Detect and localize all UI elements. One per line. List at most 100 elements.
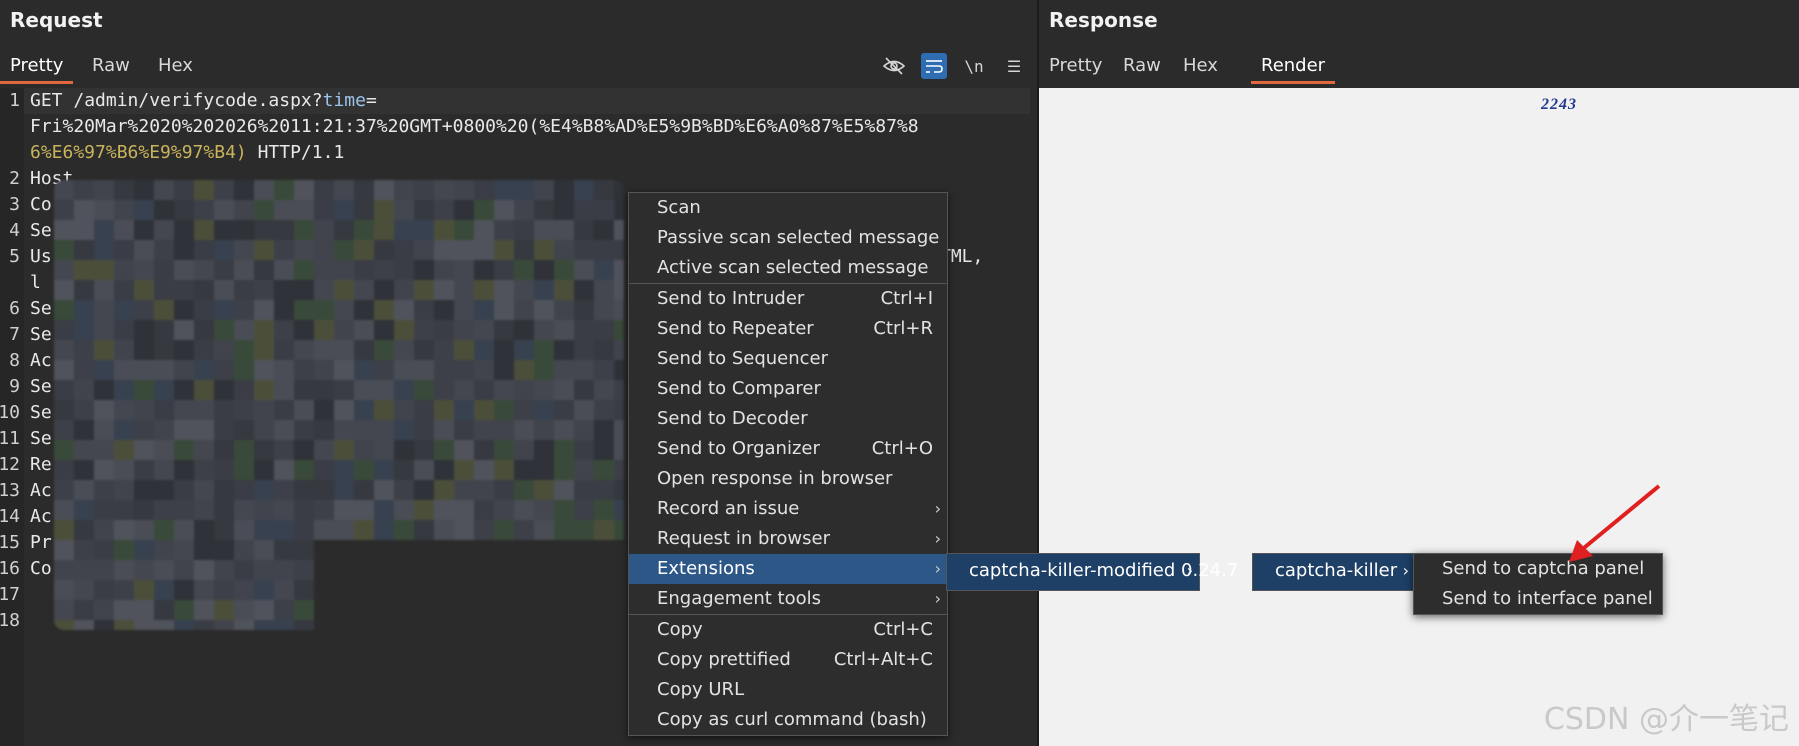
- redaction-pixel: [514, 320, 534, 340]
- menu-item-copy-url[interactable]: Copy URL: [629, 675, 947, 705]
- redaction-pixel: [94, 600, 114, 620]
- redaction-pixel: [594, 400, 614, 420]
- redaction-pixel: [274, 200, 294, 220]
- redaction-pixel: [274, 520, 294, 540]
- redaction-pixel: [194, 620, 214, 630]
- menu-item-active-scan-selected-message[interactable]: Active scan selected message: [629, 253, 947, 283]
- redaction-pixel: [314, 500, 334, 520]
- line-number: 7: [9, 324, 20, 345]
- redaction-pixel: [114, 280, 134, 300]
- redaction-pixel: [474, 280, 494, 300]
- redaction-pixel: [374, 460, 394, 480]
- redaction-pixel: [474, 320, 494, 340]
- redaction-pixel: [234, 620, 254, 630]
- redaction-pixel: [434, 440, 454, 460]
- redaction-pixel: [554, 520, 574, 540]
- menu-item-copy-as-curl-command-bash[interactable]: Copy as curl command (bash): [629, 705, 947, 735]
- menu-item-send-to-decoder[interactable]: Send to Decoder: [629, 404, 947, 434]
- eye-off-icon[interactable]: [881, 53, 907, 79]
- redaction-pixel: [154, 600, 174, 620]
- redaction-pixel: [54, 500, 74, 520]
- redaction-pixel: [534, 300, 554, 320]
- redaction-pixel: [534, 200, 554, 220]
- menu-item-send-to-interface-panel[interactable]: Send to interface panel: [1414, 584, 1662, 614]
- redaction-pixel: [574, 240, 594, 260]
- redaction-pixel: [434, 500, 454, 520]
- tab-response-hex[interactable]: Hex: [1173, 54, 1228, 84]
- redaction-pixel: [174, 320, 194, 340]
- menu-item-shortcut: Ctrl+I: [880, 288, 933, 309]
- redaction-pixel: [134, 400, 154, 420]
- redaction-pixel: [514, 440, 534, 460]
- newline-icon[interactable]: \n: [961, 53, 987, 79]
- redaction-pixel: [94, 380, 114, 400]
- redaction-pixel: [154, 440, 174, 460]
- redaction-pixel: [614, 380, 624, 400]
- tab-response-render[interactable]: Render: [1251, 54, 1336, 84]
- header-line: l: [30, 272, 41, 293]
- redaction-pixel: [554, 260, 574, 280]
- redaction-pixel: [434, 400, 454, 420]
- menu-item-engagement-tools[interactable]: Engagement tools ›: [629, 584, 947, 614]
- menu-item-label: Engagement tools: [657, 588, 821, 609]
- menu-item-label: Record an issue: [657, 498, 800, 519]
- menu-item-scan[interactable]: Scan: [629, 193, 947, 223]
- menu-item-passive-scan-selected-message[interactable]: Passive scan selected message: [629, 223, 947, 253]
- menu-item-send-to-repeater[interactable]: Send to Repeater Ctrl+R: [629, 314, 947, 344]
- redaction-pixel: [454, 440, 474, 460]
- tab-response-pretty[interactable]: Pretty: [1039, 54, 1112, 84]
- redaction-pixel: [54, 180, 74, 200]
- menu-item-send-to-sequencer[interactable]: Send to Sequencer: [629, 344, 947, 374]
- menu-item-send-to-organizer[interactable]: Send to Organizer Ctrl+O: [629, 434, 947, 464]
- menu-item-open-response-in-browser[interactable]: Open response in browser: [629, 464, 947, 494]
- tab-response-raw[interactable]: Raw: [1113, 54, 1171, 84]
- menu-item-copy-prettified[interactable]: Copy prettified Ctrl+Alt+C: [629, 645, 947, 675]
- menu-item-request-in-browser[interactable]: Request in browser ›: [629, 524, 947, 554]
- menu-item-extensions[interactable]: Extensions ›: [629, 554, 947, 584]
- redaction-pixel: [134, 360, 154, 380]
- redaction-pixel: [234, 540, 254, 560]
- redaction-pixel: [214, 200, 234, 220]
- redaction-pixel: [174, 380, 194, 400]
- redaction-pixel: [74, 480, 94, 500]
- redaction-pixel: [74, 620, 94, 630]
- menu-item-copy[interactable]: Copy Ctrl+C: [629, 615, 947, 645]
- redaction-pixel: [74, 540, 94, 560]
- menu-icon[interactable]: ☰: [1001, 53, 1027, 79]
- redaction-pixel: [614, 520, 624, 540]
- redaction-pixel: [554, 460, 574, 480]
- redaction-pixel: [394, 260, 414, 280]
- menu-item-send-to-comparer[interactable]: Send to Comparer: [629, 374, 947, 404]
- submenu-extension-captcha-killer-modified[interactable]: captcha-killer-modified 0.24.7 ›: [946, 553, 1238, 591]
- redaction-pixel: [454, 500, 474, 520]
- wrap-icon[interactable]: [921, 53, 947, 79]
- tab-request-pretty[interactable]: Pretty: [0, 54, 74, 84]
- redaction-pixel: [434, 460, 454, 480]
- tab-request-raw[interactable]: Raw: [82, 54, 140, 84]
- redaction-pixel: [534, 420, 554, 440]
- redaction-pixel: [74, 460, 94, 480]
- redaction-pixel: [414, 460, 434, 480]
- redaction-pixel: [514, 460, 534, 480]
- redaction-pixel: [174, 600, 194, 620]
- redaction-pixel: [114, 340, 134, 360]
- redaction-pixel: [174, 400, 194, 420]
- redaction-pixel: [414, 180, 434, 200]
- redaction-pixel: [174, 480, 194, 500]
- redaction-pixel: [54, 600, 74, 620]
- redaction-pixel: [154, 300, 174, 320]
- redaction-pixel: [294, 280, 314, 300]
- submenu-captcha-killer[interactable]: captcha-killer ›: [1252, 553, 1416, 591]
- tab-request-hex[interactable]: Hex: [148, 54, 203, 84]
- header-line: Pr: [30, 532, 52, 553]
- menu-item-record-an-issue[interactable]: Record an issue ›: [629, 494, 947, 524]
- menu-item-send-to-intruder[interactable]: Send to Intruder Ctrl+I: [629, 284, 947, 314]
- redaction-pixel: [554, 360, 574, 380]
- redaction-pixel: [114, 260, 134, 280]
- header-line: Us: [30, 246, 52, 267]
- redaction-pixel: [614, 360, 624, 380]
- redaction-pixel: [574, 260, 594, 280]
- redaction-pixel: [354, 420, 374, 440]
- chevron-right-icon: ›: [1402, 561, 1409, 580]
- redaction-pixel: [454, 180, 474, 200]
